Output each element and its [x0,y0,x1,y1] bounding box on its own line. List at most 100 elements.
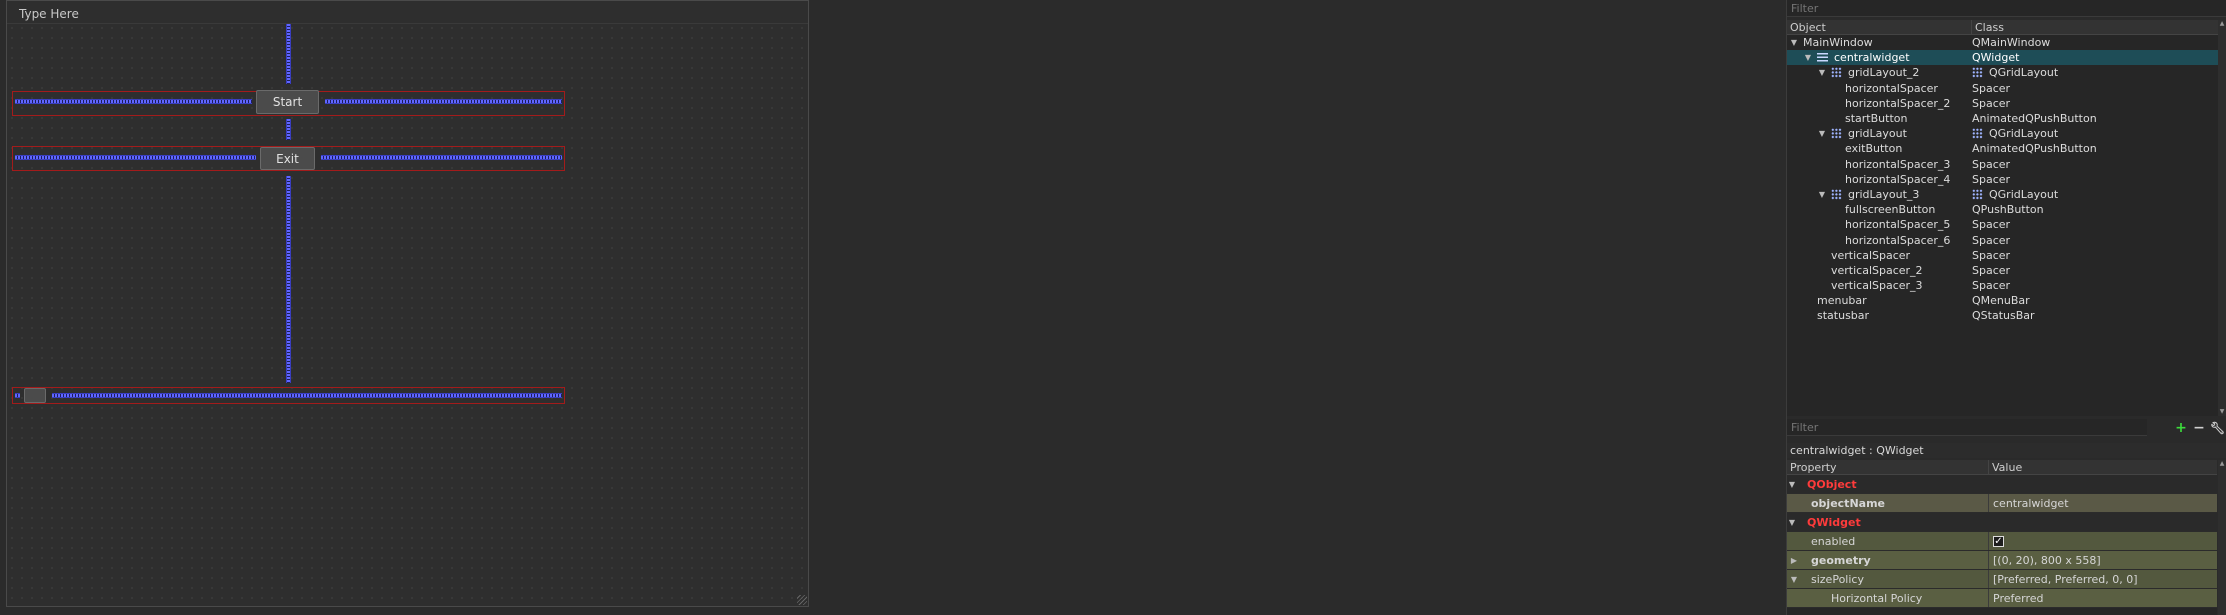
class-name: QMainWindow [1972,36,2051,50]
tree-row-startbutton[interactable]: startButton AnimatedQPushButton [1787,111,2219,126]
tree-row-exitbutton[interactable]: exitButton AnimatedQPushButton [1787,141,2219,156]
tree-row-menubar[interactable]: menubar QMenuBar [1787,293,2219,308]
chevron-down-icon[interactable]: ▼ [1789,38,1799,47]
minus-icon[interactable]: − [2192,421,2206,435]
property-value[interactable]: Preferred [1989,589,2217,607]
designer-dock: Object Class ▼ MainWindow QMainWindow ▼ ce… [1786,0,2226,615]
property-editor-scrollbar[interactable]: ▲ [2218,460,2226,615]
object-name: horizontalSpacer [1845,81,1938,95]
object-inspector-tree[interactable]: Object Class ▼ MainWindow QMainWindow ▼ ce… [1787,20,2219,416]
horizontal-spacer-5[interactable] [15,393,20,398]
object-name: gridLayout [1848,127,1907,141]
tree-row-verticalspacer-3[interactable]: verticalSpacer_3 Spacer [1787,278,2219,293]
property-row-geometry[interactable]: ▶ geometry [(0, 20), 800 x 558] [1787,551,2217,570]
object-filter-input[interactable] [1787,0,2226,16]
wrench-icon[interactable]: 🔧︎ [2210,421,2225,435]
exit-button[interactable]: Exit [260,147,315,170]
chevron-down-icon[interactable]: ▼ [1787,518,1797,527]
vertical-spacer[interactable] [286,24,291,84]
horizontal-spacer-6[interactable] [52,393,562,398]
start-button[interactable]: Start [256,90,319,114]
column-value[interactable]: Value [1989,460,2022,474]
property-row-objectname[interactable]: objectName centralwidget [1787,494,2217,513]
tree-row-verticalspacer[interactable]: verticalSpacer Spacer [1787,248,2219,263]
object-name: verticalSpacer_2 [1831,263,1923,277]
class-name: QGridLayout [1989,66,2059,80]
object-name: horizontalSpacer_2 [1845,96,1951,110]
chevron-down-icon[interactable]: ▼ [1803,53,1813,62]
chevron-down-icon[interactable]: ▼ [1789,575,1799,584]
object-name: centralwidget [1834,51,1910,65]
object-inspector-scrollbar[interactable]: ▲ ▼ [2218,20,2226,416]
grid-layout-icon [1972,188,1983,200]
tree-row-mainwindow[interactable]: ▼ MainWindow QMainWindow [1787,35,2219,50]
object-name: verticalSpacer [1831,248,1911,262]
chevron-down-icon[interactable]: ▼ [1787,480,1797,489]
scroll-down-icon[interactable]: ▼ [2218,408,2226,416]
plus-icon[interactable]: + [2174,421,2188,435]
tree-row-horizontalspacer[interactable]: horizontalSpacer Spacer [1787,81,2219,96]
column-class[interactable]: Class [1972,20,2004,34]
property-value[interactable]: [Preferred, Preferred, 0, 0] [1989,570,2217,588]
designer-form[interactable]: Type Here Start Exit [6,0,809,607]
object-name: horizontalSpacer_4 [1845,172,1951,186]
object-name: menubar [1817,294,1867,308]
class-name: Spacer [1972,248,2011,262]
tree-row-gridlayout[interactable]: ▼ gridLayout QGridLayout [1787,126,2219,141]
property-value[interactable]: centralwidget [1989,494,2217,512]
property-row-horizontal-policy[interactable]: Horizontal Policy Preferred [1787,589,2217,608]
chevron-down-icon[interactable]: ▼ [1817,68,1827,77]
property-category-qobject[interactable]: ▼ QObject [1787,475,2217,494]
chevron-right-icon[interactable]: ▶ [1789,556,1799,565]
class-name: QPushButton [1972,203,2044,217]
horizontal-spacer-3[interactable] [15,155,256,160]
horizontal-spacer[interactable] [15,99,252,104]
tree-row-horizontalspacer-5[interactable]: horizontalSpacer_5 Spacer [1787,217,2219,232]
property-row-sizepolicy[interactable]: ▼ sizePolicy [Preferred, Preferred, 0, 0] [1787,570,2217,589]
class-name: Spacer [1972,81,2011,95]
class-name: Spacer [1972,96,2011,110]
vertical-spacer-3[interactable] [286,176,291,383]
menubar-type-here[interactable]: Type Here [19,7,79,21]
tree-row-verticalspacer-2[interactable]: verticalSpacer_2 Spacer [1787,263,2219,278]
property-name: objectName [1787,494,1989,512]
grid-layout-icon [1972,128,1983,140]
scroll-up-icon[interactable]: ▲ [2218,460,2226,468]
tree-row-centralwidget[interactable]: ▼ centralwidget QWidget [1787,50,2219,66]
class-name: QWidget [1972,51,2020,65]
scroll-up-icon[interactable]: ▲ [2218,20,2226,28]
object-name: verticalSpacer_3 [1831,279,1923,293]
class-name: AnimatedQPushButton [1972,142,2097,156]
column-property[interactable]: Property [1787,460,1989,474]
widget-icon [1817,53,1828,63]
horizontal-spacer-4[interactable] [321,155,562,160]
class-name: Spacer [1972,263,2011,277]
property-category-qwidget[interactable]: ▼ QWidget [1787,513,2217,532]
grid-layout-icon [1831,67,1842,79]
property-value[interactable]: [(0, 20), 800 x 558] [1989,551,2217,569]
object-name: horizontalSpacer_5 [1845,218,1951,232]
property-filter-input[interactable] [1787,419,2147,435]
tree-row-fullscreenbutton[interactable]: fullscreenButton QPushButton [1787,202,2219,217]
form-resize-grip[interactable] [797,595,807,605]
tree-row-horizontalspacer-2[interactable]: horizontalSpacer_2 Spacer [1787,96,2219,111]
tree-row-statusbar[interactable]: statusbar QStatusBar [1787,308,2219,323]
property-row-enabled[interactable]: enabled ✓ [1787,532,2217,551]
fullscreen-button[interactable] [24,388,46,403]
tree-row-gridlayout-2[interactable]: ▼ gridLayout_2 QGridLayout [1787,65,2219,80]
chevron-down-icon[interactable]: ▼ [1817,129,1827,138]
tree-row-horizontalspacer-4[interactable]: horizontalSpacer_4 Spacer [1787,172,2219,187]
property-name: Horizontal Policy [1787,589,1989,607]
object-name: startButton [1845,112,1908,126]
property-name: sizePolicy [1811,572,1864,586]
enabled-checkbox[interactable]: ✓ [1993,535,2004,547]
tree-row-horizontalspacer-6[interactable]: horizontalSpacer_6 Spacer [1787,232,2219,247]
column-object[interactable]: Object [1787,20,1972,34]
tree-row-horizontalspacer-3[interactable]: horizontalSpacer_3 Spacer [1787,157,2219,172]
grid-layout-icon [1972,67,1983,79]
property-editor-table[interactable]: Property Value ▼ QObject objectName centr… [1787,460,2217,615]
horizontal-spacer-2[interactable] [325,99,562,104]
tree-row-gridlayout-3[interactable]: ▼ gridLayout_3 QGridLayout [1787,187,2219,202]
chevron-down-icon[interactable]: ▼ [1817,190,1827,199]
vertical-spacer-2[interactable] [286,119,291,140]
